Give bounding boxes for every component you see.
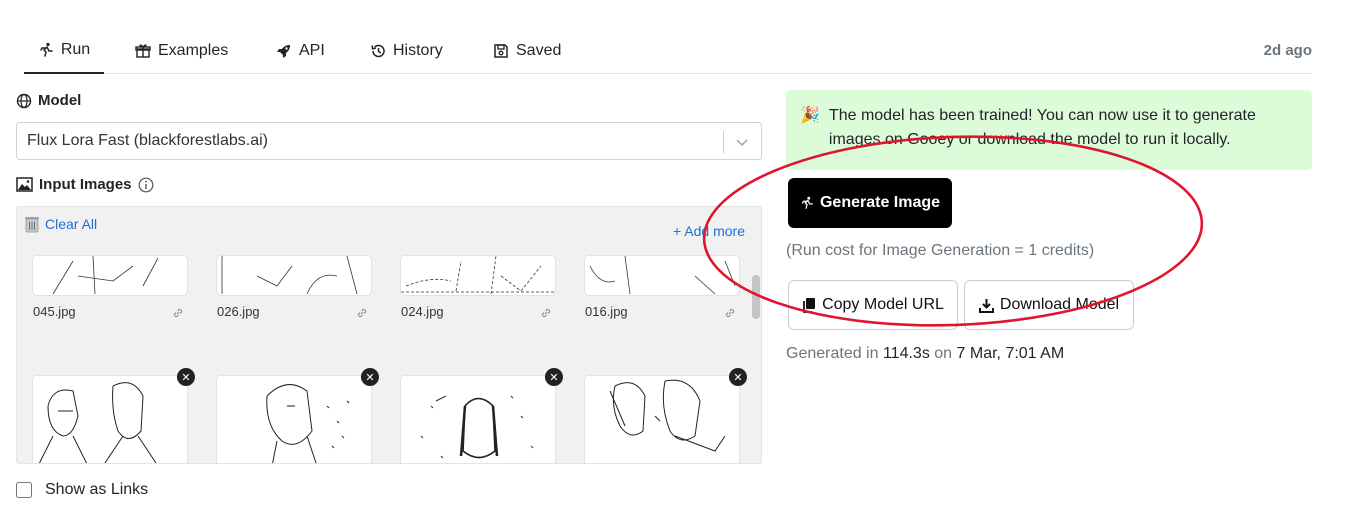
image-icon xyxy=(16,177,33,192)
sketch-image xyxy=(401,256,555,295)
close-icon: ✕ xyxy=(365,371,375,384)
remove-image-button[interactable]: ✕ xyxy=(177,368,195,386)
image-thumbnail[interactable] xyxy=(401,376,555,463)
tab-label: API xyxy=(299,42,325,59)
annotation-circle xyxy=(702,135,1204,327)
clear-all-button[interactable]: Clear All xyxy=(23,215,97,233)
link-icon[interactable] xyxy=(540,307,552,319)
sketch-image xyxy=(221,256,358,295)
sketch-image xyxy=(266,384,350,463)
tab-bar: Run Examples API History Saved xyxy=(24,28,1312,74)
show-as-links-toggle[interactable]: Show as Links xyxy=(16,481,148,499)
generation-duration: 114.3s xyxy=(882,345,930,362)
image-filename: 045.jpg xyxy=(33,304,76,319)
image-thumbnail[interactable] xyxy=(217,376,371,463)
generated-on: on xyxy=(934,345,953,362)
gift-icon xyxy=(135,44,151,58)
tab-saved[interactable]: Saved xyxy=(493,28,561,74)
tab-examples[interactable]: Examples xyxy=(135,28,228,74)
last-run-time: 2d ago xyxy=(1263,42,1312,59)
running-person-icon xyxy=(40,42,53,57)
model-label: Model xyxy=(16,92,81,109)
save-icon xyxy=(494,44,508,58)
image-thumbnail[interactable] xyxy=(401,256,555,295)
image-thumbnail[interactable] xyxy=(33,376,187,463)
trash-icon xyxy=(25,217,39,233)
generation-date: 7 Mar, 7:01 AM xyxy=(956,345,1065,362)
tab-label: Run xyxy=(60,41,91,58)
remove-image-button[interactable]: ✕ xyxy=(361,368,379,386)
show-as-links-checkbox[interactable] xyxy=(16,482,32,498)
image-filename: 016.jpg xyxy=(585,304,628,319)
close-icon: ✕ xyxy=(733,371,743,384)
history-icon xyxy=(371,44,385,58)
image-thumbnail[interactable] xyxy=(217,256,371,295)
model-selected-value: Flux Lora Fast (blackforestlabs.ai) xyxy=(27,132,268,149)
generation-info: Generated in 114.3s on 7 Mar, 7:01 AM xyxy=(786,345,1064,363)
link-icon[interactable] xyxy=(172,307,184,319)
remove-image-button[interactable]: ✕ xyxy=(545,368,563,386)
image-filename: 024.jpg xyxy=(401,304,444,319)
tab-history[interactable]: History xyxy=(370,28,443,74)
model-label-text: Model xyxy=(38,92,82,109)
tab-label: History xyxy=(393,42,443,59)
tab-label: Saved xyxy=(516,42,562,59)
globe-icon xyxy=(16,93,32,108)
close-icon: ✕ xyxy=(549,371,559,384)
remove-image-button[interactable]: ✕ xyxy=(729,368,747,386)
link-icon[interactable] xyxy=(356,307,368,319)
tab-run[interactable]: Run xyxy=(24,28,104,74)
sketch-image xyxy=(38,382,157,463)
generated-prefix: Generated in xyxy=(786,345,879,362)
sketch-image xyxy=(420,395,534,459)
image-thumbnail[interactable] xyxy=(585,376,739,463)
input-images-label: Input Images xyxy=(16,176,154,193)
sketch-image xyxy=(52,256,159,295)
close-icon: ✕ xyxy=(181,371,191,384)
tab-label: Examples xyxy=(158,42,229,59)
input-images-label-text: Input Images xyxy=(39,176,132,193)
clear-all-label: Clear All xyxy=(45,216,98,232)
show-as-links-label: Show as Links xyxy=(45,481,149,498)
image-filename: 026.jpg xyxy=(217,304,260,319)
info-icon[interactable] xyxy=(138,177,154,193)
sketch-image xyxy=(609,379,726,452)
model-select[interactable]: Flux Lora Fast (blackforestlabs.ai) xyxy=(16,122,762,160)
image-upload-area[interactable]: Clear All + Add more 045.jpg 026.jpg 024… xyxy=(16,206,762,464)
image-thumbnail[interactable] xyxy=(33,256,187,295)
rocket-icon xyxy=(277,45,290,58)
tab-api[interactable]: API xyxy=(276,28,325,74)
